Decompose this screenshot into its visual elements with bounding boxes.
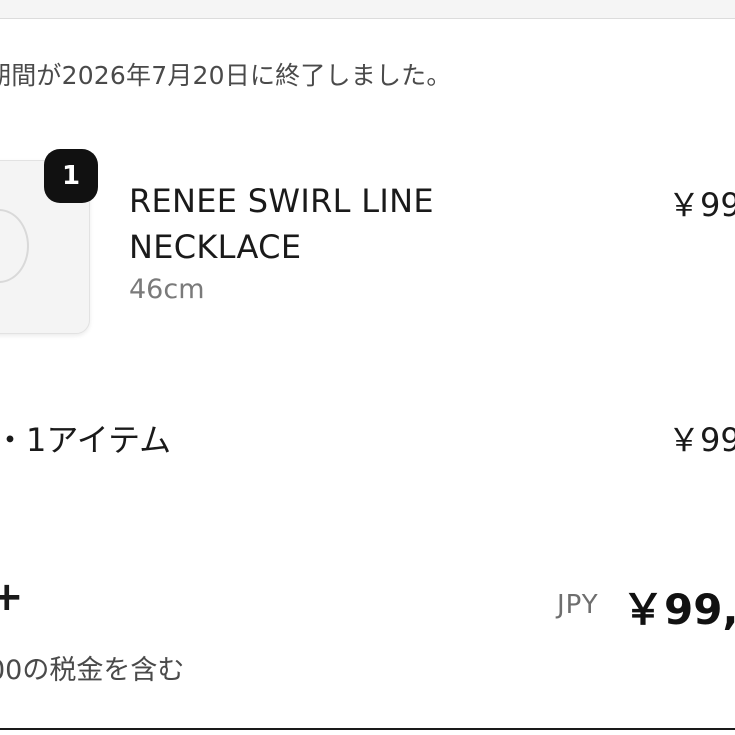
- expiry-notice: 期間が2026年7月20日に終了しました。: [0, 61, 452, 90]
- product-name: RENEE SWIRL LINE NECKLACE: [129, 182, 434, 266]
- necklace-image: [0, 209, 29, 283]
- top-divider: [0, 0, 735, 19]
- bottom-divider: [0, 728, 735, 730]
- subtotal-value: ￥99: [668, 421, 735, 459]
- tax-note: 00の税金を含む: [0, 655, 185, 686]
- total-label: +: [0, 574, 24, 620]
- total-value: ￥99,: [622, 585, 735, 634]
- line-item-price: ￥99: [668, 186, 735, 224]
- quantity-badge: 1: [44, 149, 98, 203]
- subtotal-label: ・1アイテム: [0, 421, 172, 459]
- currency-code: JPY: [557, 590, 599, 620]
- product-variant: 46cm: [129, 274, 205, 305]
